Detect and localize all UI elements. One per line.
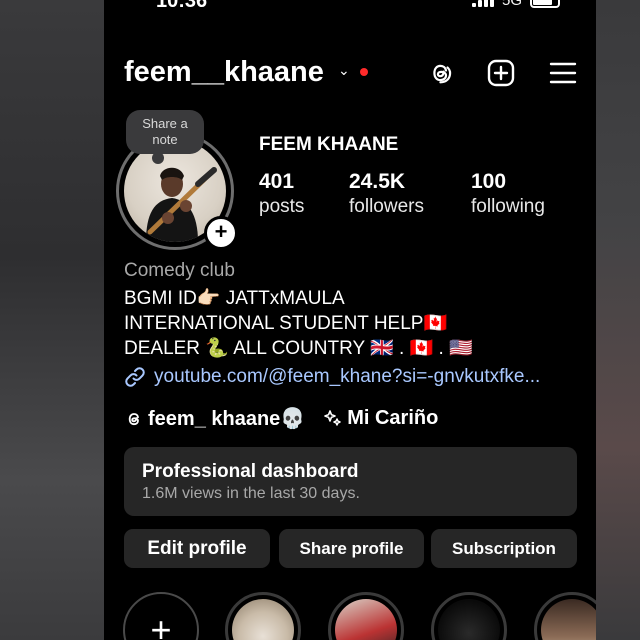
story-highlight[interactable]: [534, 592, 596, 640]
stat-posts-value: 401: [259, 170, 295, 193]
subscription-button[interactable]: Subscription: [431, 529, 577, 568]
battery-icon: [530, 0, 560, 8]
share-note-bubble[interactable]: Share a note: [126, 110, 204, 164]
username-switcher[interactable]: feem__khaane: [124, 56, 324, 89]
highlight-cover: [232, 599, 294, 640]
create-post-icon[interactable]: [486, 58, 516, 88]
profile-category: Comedy club: [124, 260, 235, 281]
threads-icon[interactable]: [426, 58, 456, 88]
profile-tags: feem_ khaane💀 Mi Cariño: [124, 406, 438, 431]
story-highlight[interactable]: [225, 592, 301, 640]
profile-screen: 10:36 5G feem__khaane ⌄ + Share a note F…: [104, 0, 596, 640]
professional-dashboard-card[interactable]: Professional dashboard 1.6M views in the…: [124, 447, 577, 516]
note-text-line-1: Share a: [142, 116, 188, 131]
threads-profile-tag[interactable]: feem_ khaane💀: [124, 406, 305, 431]
edit-profile-button[interactable]: Edit profile: [124, 529, 270, 568]
new-highlight-button[interactable]: +: [123, 592, 199, 640]
stat-posts[interactable]: 401 posts: [259, 170, 304, 218]
sparkle-icon: [324, 409, 341, 426]
stat-followers-value: 24.5K: [349, 170, 406, 193]
highlight-cover: [335, 599, 397, 640]
add-story-plus-icon[interactable]: +: [204, 216, 238, 250]
signal-icon: [471, 0, 494, 7]
notification-dot: [360, 68, 368, 76]
background-blur-left: [0, 0, 104, 640]
network-label: 5G: [501, 0, 522, 9]
background-blur-right: [596, 0, 640, 640]
chevron-down-icon[interactable]: ⌄: [338, 62, 350, 79]
profile-link-text: youtube.com/@feem_khane?si=-gnvkutxfke..…: [154, 366, 541, 387]
stat-followers[interactable]: 24.5K followers: [349, 170, 424, 218]
menu-icon[interactable]: [548, 58, 578, 88]
status-time: 10:36: [156, 0, 208, 12]
profile-link[interactable]: youtube.com/@feem_khane?si=-gnvkutxfke..…: [124, 366, 540, 388]
bio-line-1: BGMI ID👉🏻 JATTxMAULA: [124, 288, 345, 309]
threads-tag-label: feem_ khaane💀: [148, 408, 306, 430]
stat-following-label: following: [471, 196, 545, 217]
highlight-cover: [541, 599, 596, 640]
status-bar: 10:36 5G: [104, 0, 596, 16]
dashboard-title: Professional dashboard: [142, 461, 359, 482]
stat-following[interactable]: 100 following: [471, 170, 545, 218]
share-profile-button[interactable]: Share profile: [279, 529, 424, 568]
story-highlight[interactable]: [431, 592, 507, 640]
stat-following-value: 100: [471, 170, 507, 193]
story-highlight[interactable]: [328, 592, 404, 640]
stat-posts-label: posts: [259, 196, 305, 217]
profile-header: feem__khaane ⌄: [124, 52, 578, 96]
stat-followers-label: followers: [349, 196, 424, 217]
note-text-line-2: note: [152, 132, 178, 147]
status-indicators: 5G: [471, 0, 560, 9]
threads-small-icon: [128, 412, 139, 425]
partner-tag-label: Mi Cariño: [347, 407, 439, 429]
highlight-cover: [438, 599, 500, 640]
link-icon: [125, 367, 145, 387]
partner-tag[interactable]: Mi Cariño: [323, 406, 438, 431]
bio-line-2: INTERNATIONAL STUDENT HELP🇨🇦: [124, 313, 448, 334]
display-name: FEEM KHAANE: [259, 134, 399, 155]
bio-line-3: DEALER 🐍 ALL COUNTRY 🇬🇧 . 🇨🇦 . 🇺🇸: [124, 338, 473, 359]
dashboard-subtitle: 1.6M views in the last 30 days.: [142, 485, 360, 502]
